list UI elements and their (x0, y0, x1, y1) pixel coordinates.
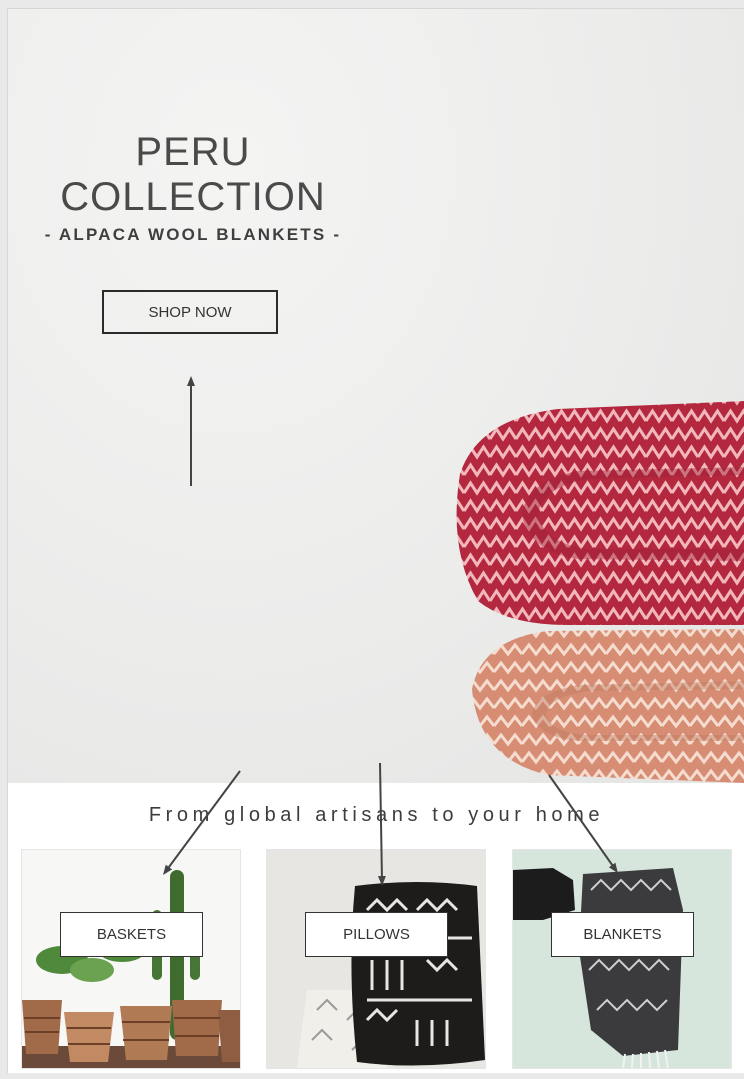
category-tile-baskets[interactable]: BASKETS (21, 849, 241, 1069)
folded-blankets-image (456, 401, 744, 783)
blanket-red (456, 401, 744, 625)
tagline: From global artisans to your home (148, 804, 605, 826)
pillows-button[interactable]: PILLOWS (305, 912, 448, 957)
blanket-peach (472, 629, 744, 783)
hero-title-line2: COLLECTION (60, 175, 326, 219)
pillows-image (267, 850, 485, 1068)
hero-banner: PERU COLLECTION - ALPACA WOOL BLANKETS -… (8, 9, 744, 783)
baskets-image (22, 850, 240, 1068)
category-tile-pillows[interactable]: PILLOWS (266, 849, 486, 1069)
shop-now-button[interactable]: SHOP NOW (102, 290, 278, 334)
hero-subtitle: - ALPACA WOOL BLANKETS - (44, 225, 342, 244)
hero-title-line1: PERU (135, 130, 251, 174)
category-tile-blankets[interactable]: BLANKETS (512, 849, 732, 1069)
blankets-image (513, 850, 731, 1068)
baskets-button[interactable]: BASKETS (60, 912, 203, 957)
blankets-button[interactable]: BLANKETS (551, 912, 694, 957)
page: PERU COLLECTION - ALPACA WOOL BLANKETS -… (7, 8, 744, 1073)
